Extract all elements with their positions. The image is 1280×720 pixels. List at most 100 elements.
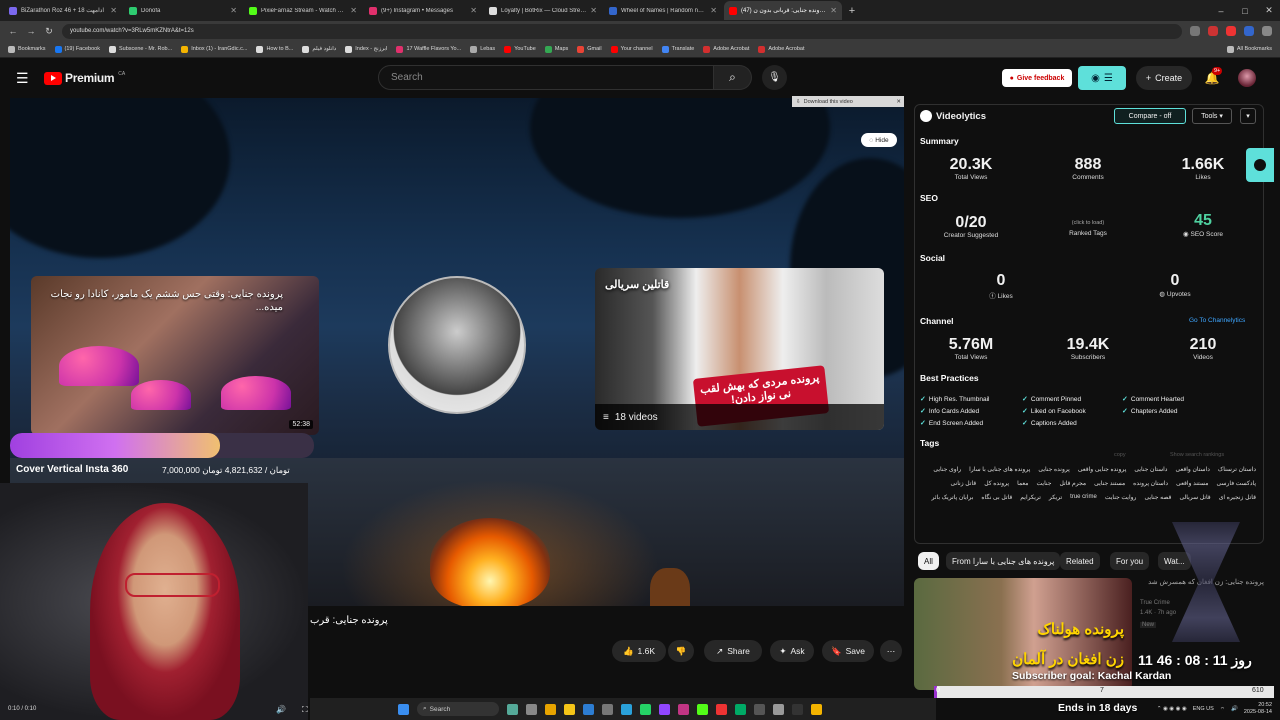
app-icon[interactable] (735, 703, 746, 715)
account-avatar[interactable] (1238, 69, 1256, 87)
close-window-icon[interactable]: ✕ (1258, 5, 1280, 16)
bookmark-item[interactable]: Maps (544, 45, 568, 53)
bookmark-item[interactable]: Adobe Acrobat (758, 45, 804, 53)
tag-item[interactable]: داستان پرونده (1133, 480, 1168, 487)
bookmark-item[interactable]: Index - ابرزنج (345, 45, 387, 53)
bookmark-item[interactable]: (19) Facebook (54, 45, 100, 53)
tag-item[interactable]: پادکست فارسی (1216, 480, 1256, 487)
tag-item[interactable]: روایت جنایت (1105, 494, 1137, 501)
tag-item[interactable]: داستان ترسناک (1218, 466, 1256, 473)
chip-watched[interactable]: Wat... (1158, 552, 1191, 570)
tag-item[interactable]: داستان جنایی (1134, 466, 1167, 473)
close-tab-icon[interactable]: ✕ (110, 6, 117, 15)
close-tab-icon[interactable]: ✕ (470, 6, 477, 15)
settings-icon[interactable] (602, 703, 613, 715)
tag-item[interactable]: مستند واقعی (1176, 480, 1208, 487)
zoom-icon[interactable] (1190, 26, 1200, 36)
volume-icon[interactable]: 🔊 (276, 705, 286, 714)
minimize-icon[interactable]: – (1210, 6, 1232, 16)
tag-item[interactable]: برایان پاتریک بائر (932, 494, 974, 501)
tag-item[interactable]: قاتل بی نگاه (981, 494, 1012, 501)
tag-item[interactable]: قصه جنایی (1144, 494, 1171, 501)
tag-item[interactable]: معما (1017, 480, 1028, 487)
all-bookmarks-link[interactable]: All Bookmarks (1226, 45, 1272, 53)
chrome-icon[interactable] (545, 703, 556, 715)
tag-item[interactable]: true crime (1070, 494, 1097, 501)
wifi-icon[interactable]: ⌔ (1220, 706, 1225, 713)
endscreen-playlist-card[interactable]: قاتلین سریالی پرونده مردی که بهش لقب نی … (595, 268, 884, 430)
extension-icon[interactable] (1226, 26, 1236, 36)
bookmark-item[interactable]: Your channel (610, 45, 653, 53)
browser-tab[interactable]: Wheel of Names | Random name ✕ (604, 1, 722, 20)
whatsapp-icon[interactable] (640, 703, 651, 715)
endscreen-video-card[interactable]: پرونده جنایی: وقتی حس ششم یک مامور، کانا… (31, 276, 319, 435)
compare-toggle[interactable]: Compare - off (1114, 108, 1186, 124)
tag-item[interactable]: قاتل زنانی (951, 480, 977, 487)
voice-search-button[interactable]: 🎙 (762, 65, 787, 90)
menu-icon[interactable]: ☰ (16, 70, 36, 87)
profile-icon[interactable] (1262, 26, 1272, 36)
close-tab-icon[interactable]: ✕ (830, 6, 837, 15)
back-icon[interactable]: ← (8, 26, 18, 36)
chip-all[interactable]: All (918, 552, 939, 570)
tag-item[interactable]: راوی جنایی (933, 466, 961, 473)
extension-icon[interactable] (1208, 26, 1218, 36)
extension-icon[interactable] (1244, 26, 1254, 36)
bookmark-item[interactable]: Subscene - Mr. Rob... (108, 45, 172, 53)
chip-for-you[interactable]: For you (1110, 552, 1150, 570)
bookmark-item[interactable]: دانلود فیلم (302, 45, 336, 53)
collapse-button[interactable]: ▾ (1240, 108, 1256, 124)
app-icon[interactable] (754, 703, 765, 715)
file-explorer-icon[interactable] (564, 703, 575, 715)
close-tab-icon[interactable]: ✕ (590, 6, 597, 15)
browser-tab[interactable]: BiZarathon Roz 46 + 18 ادامهت ✕ (4, 1, 122, 20)
windows-start-icon[interactable] (398, 703, 409, 715)
app-icon[interactable] (792, 703, 803, 715)
instagram-icon[interactable] (678, 703, 689, 715)
bookmark-item[interactable]: YouTube (504, 45, 536, 53)
go-to-channelytics-link[interactable]: Go To Channelytics (1189, 317, 1245, 324)
tag-item[interactable]: مستند جنایی (1094, 480, 1125, 487)
chrome-active-icon[interactable] (811, 703, 822, 715)
tag-item[interactable]: مجرم قاتل (1059, 480, 1086, 487)
channel-subscribe-portrait[interactable] (388, 276, 526, 414)
tag-item[interactable]: قاتل سریالی (1179, 494, 1210, 501)
bookmark-item[interactable]: Inbox (1) - IranGdic.c... (181, 45, 247, 53)
url-field[interactable]: youtube.com/watch?v=3RLw5mKZNtrA&t=12s (62, 23, 1182, 39)
task-view-icon[interactable] (526, 703, 537, 715)
ranked-tags-stat[interactable]: (click to load) Ranked Tags (1043, 220, 1133, 237)
clock[interactable]: 20:52 2025-08-14 (1244, 702, 1272, 716)
chip-related[interactable]: Related (1060, 552, 1100, 570)
related-video-channel[interactable]: True Crime (1140, 600, 1170, 606)
close-tab-icon[interactable]: ✕ (350, 6, 357, 15)
volume-icon[interactable]: 🔊 (1231, 706, 1238, 712)
kick-icon[interactable] (697, 703, 708, 715)
bookmark-item[interactable]: 17 Waffle Flavors Yo... (396, 45, 461, 53)
browser-tab[interactable]: Loyalty | BotRix — Cloud Stream ✕ (484, 1, 602, 20)
tag-item[interactable]: جنایت (1037, 480, 1052, 487)
bookmark-item[interactable]: Bookmarks (8, 45, 46, 53)
bookmark-item[interactable]: Translate (661, 45, 694, 53)
search-input[interactable]: Search (378, 65, 714, 90)
telegram-icon[interactable] (621, 703, 632, 715)
tag-item[interactable]: پرونده جنایی (1038, 466, 1070, 473)
give-feedback-button[interactable]: ● Give feedback (1002, 69, 1072, 87)
language-indicator[interactable]: ENG US (1193, 706, 1214, 712)
fullscreen-icon[interactable]: ⛶ (302, 705, 308, 715)
reload-icon[interactable]: ↻ (44, 26, 54, 37)
bookmark-item[interactable]: How to B... (256, 45, 293, 53)
close-tab-icon[interactable]: ✕ (230, 6, 237, 15)
like-button[interactable]: 👍 1.6K (612, 640, 666, 662)
tag-item[interactable]: داستان واقعی (1175, 466, 1209, 473)
tag-item[interactable]: پرونده های جنایی با سارا (969, 466, 1030, 473)
browser-tab[interactable]: Donofa ✕ (124, 1, 242, 20)
save-button[interactable]: 🔖 Save (822, 640, 874, 662)
videolytics-side-tab[interactable] (1246, 148, 1274, 182)
tag-item[interactable]: پرونده جنایی واقعی (1078, 466, 1127, 473)
taskbar-search[interactable]: ⌕ Search (417, 702, 499, 716)
tools-dropdown[interactable]: Tools ▾ (1192, 108, 1232, 124)
dislike-button[interactable]: 👎 (668, 640, 694, 662)
browser-tab[interactable]: (9+) Instagram • Messages ✕ (364, 1, 482, 20)
forward-icon[interactable]: → (26, 26, 36, 36)
chip-from-channel[interactable]: From پرونده های جنایی با سارا (946, 552, 1061, 570)
